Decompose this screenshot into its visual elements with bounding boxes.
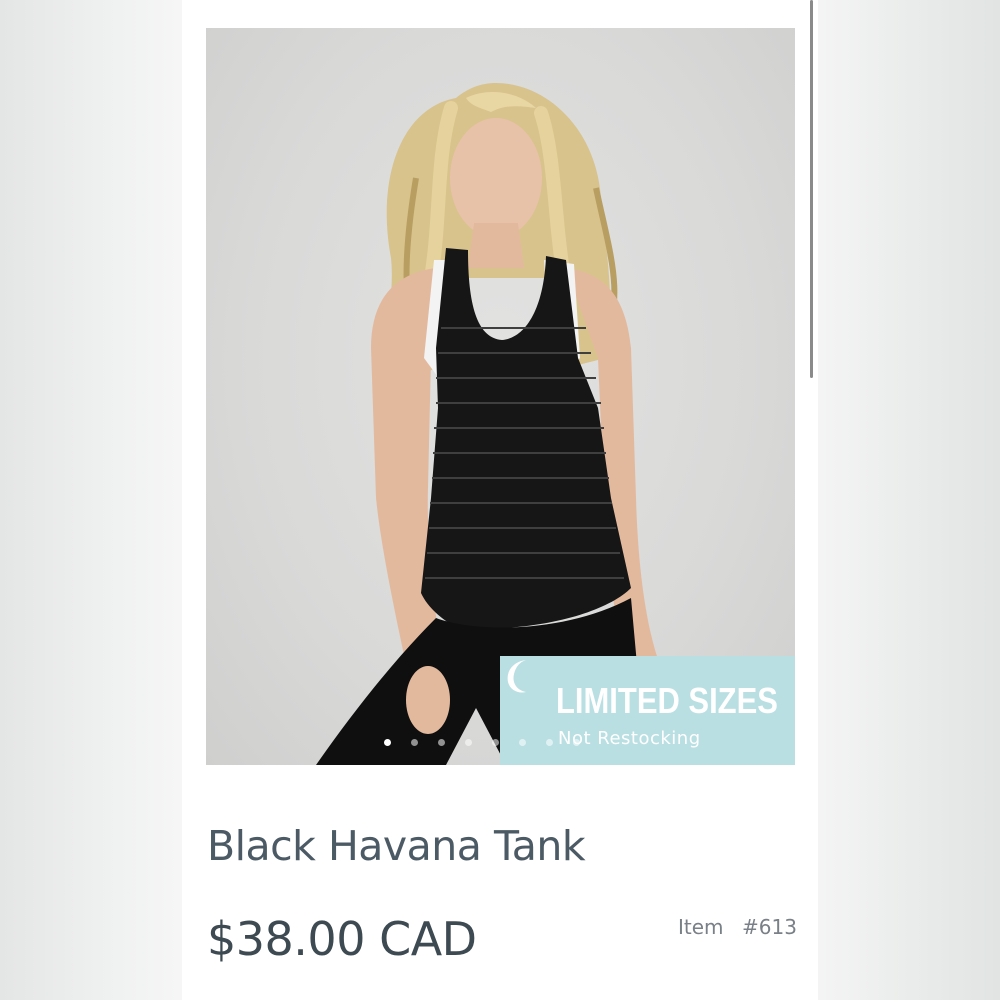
- scrollbar-thumb[interactable]: [810, 0, 813, 378]
- blurred-background-left: [0, 0, 182, 1000]
- carousel-dot[interactable]: [546, 739, 553, 746]
- badge-title: LIMITED SIZES: [556, 680, 778, 721]
- carousel-dot[interactable]: [519, 739, 526, 746]
- scrollbar[interactable]: [808, 0, 814, 1000]
- carousel-dot[interactable]: [492, 739, 499, 746]
- carousel-dot[interactable]: [384, 739, 391, 746]
- item-label: Item: [678, 915, 724, 939]
- moon-icon: [507, 660, 526, 693]
- product-title: Black Havana Tank: [207, 822, 586, 870]
- product-price: $38.00 CAD: [207, 912, 477, 966]
- carousel-dot[interactable]: [411, 739, 418, 746]
- carousel-indicator: [384, 739, 600, 749]
- item-number: #613: [742, 915, 797, 939]
- carousel-dot[interactable]: [573, 739, 580, 746]
- carousel-dot[interactable]: [438, 739, 445, 746]
- product-image-carousel[interactable]: LIMITED SIZES Not Restocking: [206, 28, 795, 765]
- blurred-background-right: [818, 0, 1000, 1000]
- carousel-dot[interactable]: [465, 739, 472, 746]
- product-photo: [316, 83, 661, 765]
